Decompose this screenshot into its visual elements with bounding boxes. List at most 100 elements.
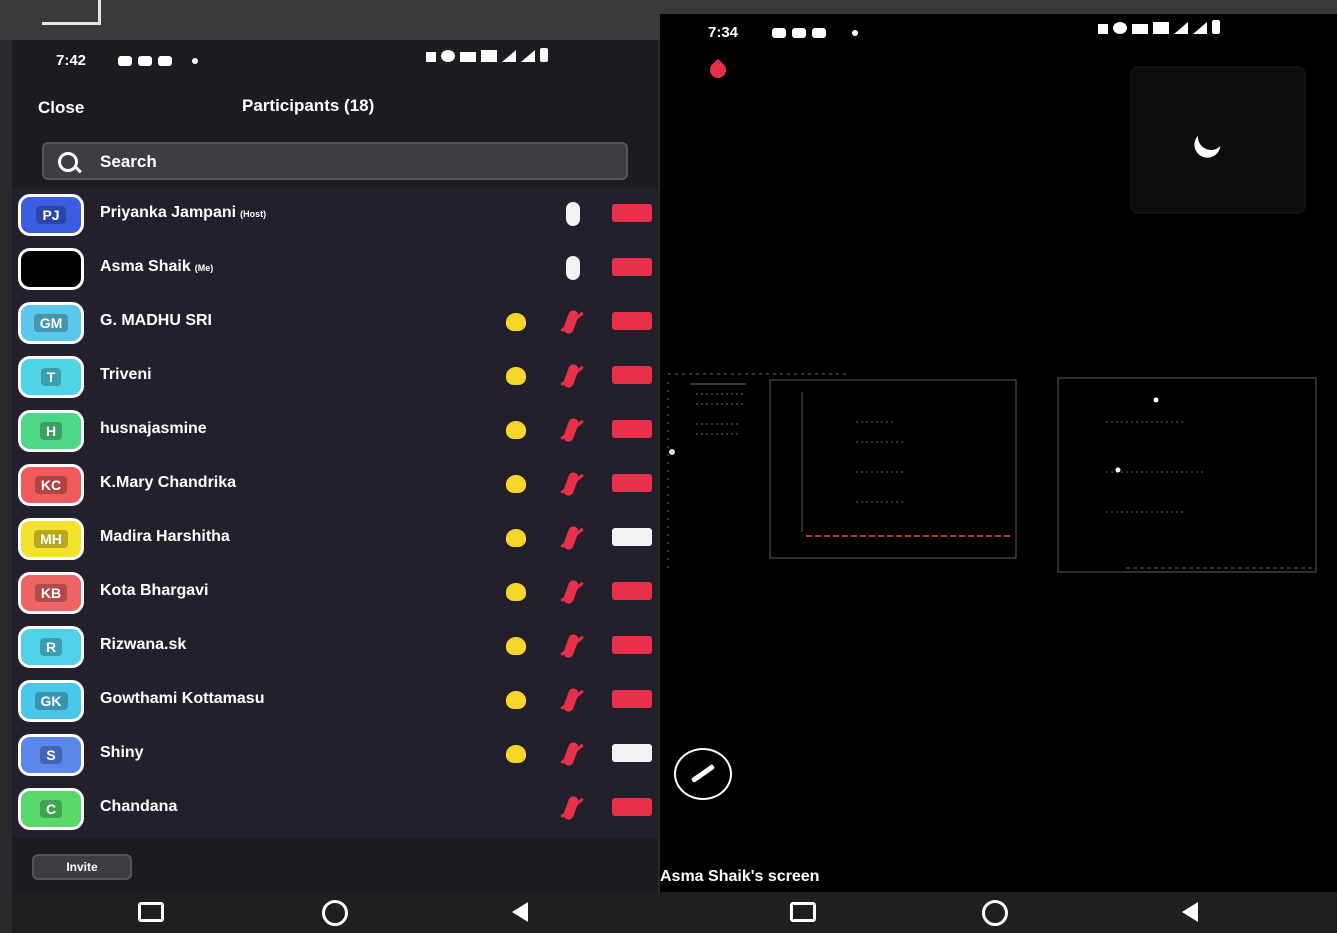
- camera-icon[interactable]: [612, 528, 652, 546]
- search-input[interactable]: [98, 149, 602, 175]
- participant-name-text: K.Mary Chandrika: [100, 474, 237, 491]
- avatar: T: [18, 356, 84, 398]
- recents-button[interactable]: [138, 902, 164, 922]
- participant-name: Shiny: [100, 744, 144, 762]
- raised-hand-icon: [506, 691, 526, 709]
- avatar: H: [18, 410, 84, 452]
- more-notifications-icon: [192, 58, 198, 64]
- camera-off-icon[interactable]: [612, 690, 652, 708]
- participant-name: Triveni: [100, 366, 152, 384]
- camera-off-icon[interactable]: [612, 636, 652, 654]
- pin-icon[interactable]: [706, 58, 730, 82]
- status-time: 7:42: [56, 52, 87, 69]
- participant-row[interactable]: R Rizwana.sk: [12, 620, 658, 674]
- battery-icon: [540, 48, 548, 62]
- invite-button[interactable]: Invite: [32, 854, 132, 880]
- shared-dot: [1153, 397, 1159, 403]
- raised-hand-icon: [506, 745, 526, 763]
- notification-icon: [118, 56, 132, 66]
- participant-name: K.Mary Chandrika: [100, 474, 236, 492]
- microphone-icon[interactable]: [566, 202, 580, 226]
- avatar-initials: MH: [34, 530, 68, 548]
- avatar-initials: KB: [34, 584, 68, 602]
- participant-row[interactable]: Asma Shaik (Me): [12, 242, 658, 296]
- participant-name-text: Priyanka Jampani: [100, 204, 237, 221]
- microphone-muted-icon[interactable]: [562, 417, 580, 443]
- raised-hand-icon: [506, 313, 526, 331]
- participant-row[interactable]: T Triveni: [12, 350, 658, 404]
- headset-icon: [1113, 22, 1127, 34]
- microphone-muted-icon[interactable]: [562, 363, 580, 389]
- participant-list[interactable]: PJ Priyanka Jampani (Host) Asma Shaik (Me) GM…: [12, 188, 658, 838]
- wifi-icon: [1153, 22, 1169, 34]
- participant-row[interactable]: PJ Priyanka Jampani (Host): [12, 188, 658, 242]
- back-button[interactable]: [512, 902, 528, 922]
- microphone-muted-icon[interactable]: [562, 687, 580, 713]
- avatar: GM: [18, 302, 84, 344]
- participant-role-tag: (Me): [194, 263, 214, 273]
- avatar: S: [18, 734, 84, 776]
- participant-role-tag: (Host): [240, 209, 267, 219]
- microphone-muted-icon[interactable]: [562, 309, 580, 335]
- participant-name: Rizwana.sk: [100, 636, 186, 654]
- page-title: Participants (18): [242, 96, 375, 115]
- microphone-muted-icon[interactable]: [562, 579, 580, 605]
- participant-row[interactable]: MH Madira Harshitha: [12, 512, 658, 566]
- avatar: GK: [18, 680, 84, 722]
- microphone-muted-icon[interactable]: [562, 525, 580, 551]
- participant-name: G. MADHU SRI: [100, 312, 212, 330]
- avatar: R: [18, 626, 84, 668]
- home-button[interactable]: [322, 900, 348, 926]
- participant-name-text: G. MADHU SRI: [100, 312, 212, 329]
- alarm-icon: [426, 52, 436, 62]
- avatar-initials: PJ: [36, 206, 66, 224]
- participant-name-text: Asma Shaik: [100, 258, 191, 275]
- microphone-muted-icon[interactable]: [562, 633, 580, 659]
- microphone-muted-icon[interactable]: [562, 795, 580, 821]
- camera-off-icon[interactable]: [612, 474, 652, 492]
- screen-share-view: 7:34 Asma Shaik's screen: [660, 14, 1337, 892]
- back-button[interactable]: [1182, 902, 1198, 922]
- participant-name: Gowthami Kottamasu: [100, 690, 264, 708]
- camera-off-icon[interactable]: [612, 312, 652, 330]
- annotate-pencil-button[interactable]: [674, 748, 732, 800]
- more-notifications-icon: [852, 30, 858, 36]
- camera-off-icon[interactable]: [612, 798, 652, 816]
- participant-name: Asma Shaik (Me): [100, 258, 213, 276]
- search-bar[interactable]: [42, 142, 628, 180]
- participant-row[interactable]: Hhusnajasmine: [12, 404, 658, 458]
- camera-off-icon[interactable]: [612, 420, 652, 438]
- participant-row[interactable]: C Chandana: [12, 782, 658, 836]
- microphone-icon[interactable]: [566, 256, 580, 280]
- search-icon: [58, 152, 78, 172]
- participant-row[interactable]: KB Kota Bhargavi: [12, 566, 658, 620]
- notification-icon: [158, 56, 172, 66]
- close-button[interactable]: Close: [38, 98, 84, 118]
- avatar: KB: [18, 572, 84, 614]
- alarm-icon: [1098, 24, 1108, 34]
- participant-name-text: Madira Harshitha: [100, 528, 230, 545]
- camera-off-icon[interactable]: [612, 258, 652, 276]
- camera-off-icon[interactable]: [612, 582, 652, 600]
- participant-row[interactable]: S Shiny: [12, 728, 658, 782]
- participant-row[interactable]: GM G. MADHU SRI: [12, 296, 658, 350]
- raised-hand-icon: [506, 583, 526, 601]
- notification-icon: [138, 56, 152, 66]
- microphone-muted-icon[interactable]: [562, 741, 580, 767]
- avatar-initials: T: [40, 368, 62, 386]
- avatar: C: [18, 788, 84, 830]
- participant-row[interactable]: KC K.Mary Chandrika: [12, 458, 658, 512]
- camera-off-icon[interactable]: [612, 366, 652, 384]
- raised-hand-icon: [506, 475, 526, 493]
- raised-hand-icon: [506, 529, 526, 547]
- camera-off-icon[interactable]: [612, 204, 652, 222]
- participant-row[interactable]: GK Gowthami Kottamasu: [12, 674, 658, 728]
- home-button[interactable]: [982, 900, 1008, 926]
- raised-hand-icon: [506, 421, 526, 439]
- self-video-thumbnail[interactable]: [1130, 66, 1306, 214]
- participant-name: Kota Bhargavi: [100, 582, 208, 600]
- camera-icon[interactable]: [612, 744, 652, 762]
- recents-button[interactable]: [790, 902, 816, 922]
- microphone-muted-icon[interactable]: [562, 471, 580, 497]
- avatar: [18, 248, 84, 290]
